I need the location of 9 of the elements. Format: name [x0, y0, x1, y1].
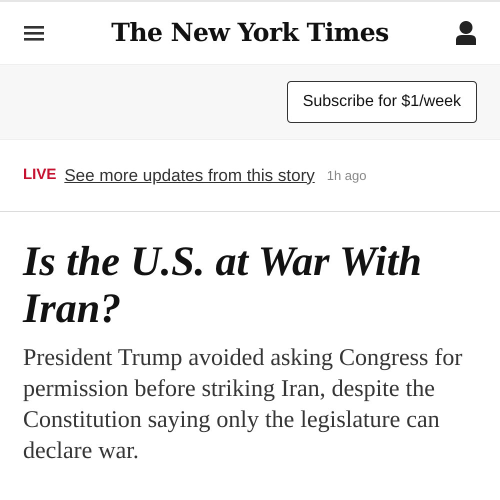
- article-summary: President Trump avoided asking Congress for permission before striking Iran, despite the Constitution saying only the legislature can declare war.: [22, 344, 464, 466]
- account-icon[interactable]: [456, 21, 476, 45]
- live-label: LIVE: [23, 165, 56, 186]
- timestamp: 1h ago: [326, 166, 366, 185]
- menu-icon[interactable]: [24, 26, 44, 40]
- updates-link[interactable]: See more updates from this story: [64, 162, 315, 188]
- site-logo[interactable]: The New York Times: [111, 14, 389, 52]
- subscribe-button[interactable]: Subscribe for $1/week: [286, 81, 477, 123]
- headline: Is the U.S. at War With Iran?: [22, 238, 423, 333]
